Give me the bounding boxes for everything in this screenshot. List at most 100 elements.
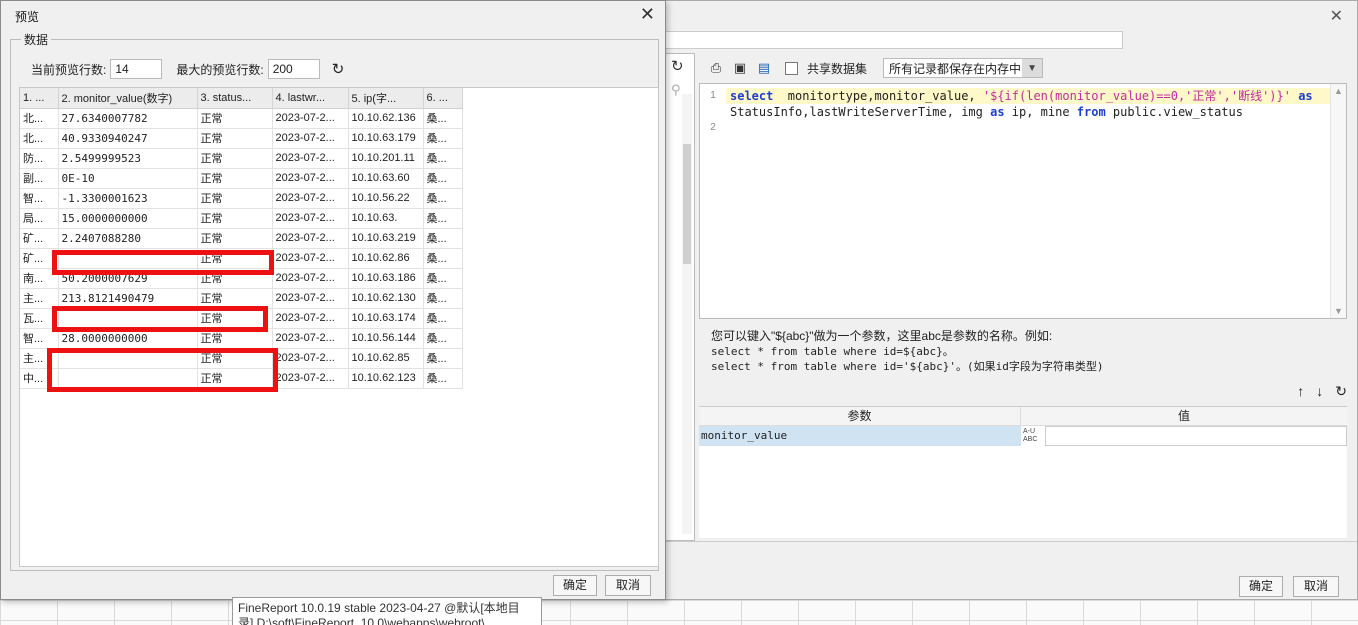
table-row[interactable]: 副... 0E-10 正常 2023-07-2... 10.10.63.60 桑... <box>20 168 463 189</box>
table-cell[interactable]: 10.10.62.136 <box>348 108 424 129</box>
table-cell[interactable]: 2023-07-2... <box>272 108 349 129</box>
cancel-button[interactable]: 取消 <box>1293 576 1339 597</box>
scroll-up-icon[interactable]: ▲ <box>1334 86 1343 96</box>
max-rows-input[interactable]: 200 <box>267 59 320 79</box>
save-icon[interactable]: ▣ <box>731 59 749 77</box>
parameter-value-input[interactable] <box>1045 426 1347 446</box>
table-cell[interactable]: 2023-07-2... <box>272 348 349 369</box>
table-row[interactable]: 局... 15.0000000000 正常 2023-07-2... 10.10.63.… <box>20 208 463 229</box>
table-cell[interactable]: 15.0000000000 <box>58 208 198 229</box>
table-cell[interactable]: 2023-07-2... <box>272 128 349 149</box>
string-type-icon[interactable]: A-U ABC <box>1021 426 1045 446</box>
table-cell[interactable]: 正常 <box>197 108 273 129</box>
close-icon[interactable]: ✕ <box>640 4 655 25</box>
table-cell[interactable]: 213.8121490479 <box>58 288 198 309</box>
table-cell[interactable]: 桑... <box>423 308 463 329</box>
parameter-row[interactable]: monitor_value A-U ABC <box>699 426 1347 446</box>
table-row[interactable]: 矿... 2.2407088280 正常 2023-07-2... 10.10.63.2… <box>20 228 463 249</box>
move-up-icon[interactable]: ↑ <box>1297 383 1304 400</box>
sql-editor[interactable]: 1 2 select monitortype,monitor_value, '$… <box>699 83 1347 319</box>
table-cell[interactable]: 10.10.63.174 <box>348 308 424 329</box>
table-cell[interactable]: 北... <box>20 108 59 129</box>
column-header[interactable]: 2. monitor_value(数字) <box>58 88 198 109</box>
table-cell[interactable]: 副... <box>20 168 59 189</box>
table-cell[interactable]: 10.10.62.85 <box>348 348 424 369</box>
bookmark-icon[interactable]: ▤ <box>755 59 773 77</box>
table-cell[interactable]: 10.10.63.179 <box>348 128 424 149</box>
table-cell[interactable]: 2023-07-2... <box>272 328 349 349</box>
table-cell[interactable]: 正常 <box>197 148 273 169</box>
column-header[interactable]: 1. ... <box>20 88 59 109</box>
table-cell[interactable]: 主... <box>20 288 59 309</box>
table-cell[interactable]: 2023-07-2... <box>272 188 349 209</box>
table-row[interactable]: 主... 213.8121490479 正常 2023-07-2... 10.10.62… <box>20 288 463 309</box>
table-cell[interactable]: 10.10.62.123 <box>348 368 424 389</box>
table-cell[interactable]: 10.10.62.130 <box>348 288 424 309</box>
table-cell[interactable]: 27.6340007782 <box>58 108 198 129</box>
scrollbar[interactable] <box>682 94 692 534</box>
refresh-icon[interactable]: ↻ <box>332 60 345 78</box>
table-row[interactable]: 北... 40.9330940247 正常 2023-07-2... 10.10.63.… <box>20 128 463 149</box>
scroll-down-icon[interactable]: ▼ <box>1334 306 1343 316</box>
cache-mode-select[interactable]: 所有记录都保存在内存中 ▼ <box>883 58 1044 78</box>
table-cell[interactable]: 桑... <box>423 168 463 189</box>
column-header[interactable]: 6. ... <box>423 88 463 109</box>
table-cell[interactable]: 2023-07-2... <box>272 228 349 249</box>
column-header[interactable]: 3. status... <box>197 88 273 109</box>
table-cell[interactable]: 桑... <box>423 328 463 349</box>
table-cell[interactable]: 正常 <box>197 208 273 229</box>
table-cell[interactable]: 正常 <box>197 288 273 309</box>
table-cell[interactable]: 桑... <box>423 248 463 269</box>
table-cell[interactable]: 10.10.63.186 <box>348 268 424 289</box>
table-cell[interactable]: 防... <box>20 148 59 169</box>
table-cell[interactable]: 10.10.56.144 <box>348 328 424 349</box>
table-cell[interactable]: 北... <box>20 128 59 149</box>
table-cell[interactable]: 局... <box>20 208 59 229</box>
table-cell[interactable]: 2023-07-2... <box>272 248 349 269</box>
table-cell[interactable]: -1.3300001623 <box>58 188 198 209</box>
preview-icon[interactable]: ⎙ <box>707 59 725 77</box>
sql-code[interactable]: select monitortype,monitor_value, '${if(… <box>730 88 1330 120</box>
refresh-icon[interactable]: ↻ <box>1335 383 1347 400</box>
table-cell[interactable]: 桑... <box>423 228 463 249</box>
move-down-icon[interactable]: ↓ <box>1316 383 1323 400</box>
search-icon[interactable]: ⚲ <box>671 82 681 98</box>
table-row[interactable]: 智... -1.3300001623 正常 2023-07-2... 10.10.56.… <box>20 188 463 209</box>
table-cell[interactable]: 正常 <box>197 168 273 189</box>
table-cell[interactable]: 2023-07-2... <box>272 368 349 389</box>
close-icon[interactable]: ✕ <box>1330 6 1343 26</box>
parameter-name[interactable]: monitor_value <box>699 426 1021 446</box>
table-cell[interactable]: 正常 <box>197 128 273 149</box>
share-dataset-checkbox[interactable] <box>785 61 798 75</box>
table-cell[interactable]: 40.9330940247 <box>58 128 198 149</box>
table-cell[interactable]: 桑... <box>423 348 463 369</box>
table-row[interactable]: 北... 27.6340007782 正常 2023-07-2... 10.10.62.… <box>20 108 463 129</box>
refresh-icon[interactable]: ↻ <box>671 57 684 75</box>
table-cell[interactable]: 2.5499999523 <box>58 148 198 169</box>
table-cell[interactable]: 2023-07-2... <box>272 168 349 189</box>
table-cell[interactable]: 正常 <box>197 228 273 249</box>
ok-button[interactable]: 确定 <box>553 575 597 596</box>
chevron-down-icon[interactable]: ▼ <box>1022 59 1043 77</box>
current-rows-input[interactable]: 14 <box>110 59 163 79</box>
table-row[interactable]: 防... 2.5499999523 正常 2023-07-2... 10.10.201.… <box>20 148 463 169</box>
ok-button[interactable]: 确定 <box>1239 576 1283 597</box>
table-cell[interactable]: 2.2407088280 <box>58 228 198 249</box>
table-cell[interactable]: 10.10.56.22 <box>348 188 424 209</box>
cancel-button[interactable]: 取消 <box>605 575 651 596</box>
table-cell[interactable]: 10.10.63.60 <box>348 168 424 189</box>
table-cell[interactable]: 10.10.201.11 <box>348 148 424 169</box>
table-cell[interactable]: 10.10.63. <box>348 208 424 229</box>
table-cell[interactable]: 桑... <box>423 108 463 129</box>
column-header[interactable]: 5. ip(字... <box>348 88 424 109</box>
table-cell[interactable]: 2023-07-2... <box>272 208 349 229</box>
scrollbar[interactable]: ▲ ▼ <box>1330 84 1346 318</box>
table-cell[interactable]: 桑... <box>423 128 463 149</box>
table-cell[interactable]: 10.10.62.86 <box>348 248 424 269</box>
table-cell[interactable]: 桑... <box>423 208 463 229</box>
table-cell[interactable]: 桑... <box>423 268 463 289</box>
table-cell[interactable]: 0E-10 <box>58 168 198 189</box>
table-cell[interactable]: 桑... <box>423 288 463 309</box>
table-cell[interactable]: 桑... <box>423 188 463 209</box>
table-cell[interactable]: 智... <box>20 188 59 209</box>
